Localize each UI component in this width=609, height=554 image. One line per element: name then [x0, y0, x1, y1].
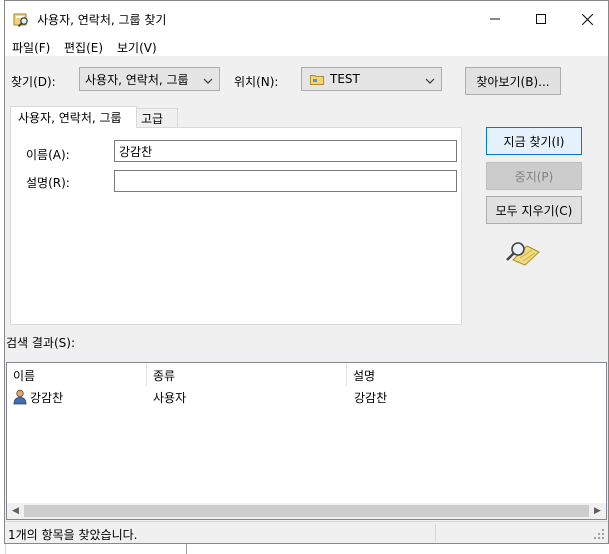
location-select[interactable]: TEST	[301, 67, 442, 91]
results-list[interactable]: 이름 종류 설명 강감찬 사용자 강감찬 ◀ ▶	[6, 362, 607, 520]
find-label: 찾기(D):	[11, 75, 56, 89]
table-row[interactable]: 강감찬 사용자 강감찬	[7, 387, 606, 407]
horizontal-scrollbar[interactable]: ◀ ▶	[7, 503, 606, 519]
scroll-left-arrow-icon[interactable]: ◀	[7, 503, 24, 519]
resize-grip-icon[interactable]	[593, 528, 605, 540]
result-description: 강감찬	[354, 391, 388, 405]
chevron-down-icon	[203, 72, 213, 89]
domain-folder-icon	[310, 74, 324, 85]
result-type: 사용자	[153, 391, 187, 405]
status-divider	[435, 524, 436, 542]
result-name: 강감찬	[30, 391, 64, 405]
stop-button[interactable]: 중지(P)	[486, 162, 582, 190]
location-value: TEST	[330, 72, 360, 86]
search-results-label: 검색 결과(S):	[6, 336, 75, 350]
find-now-button[interactable]: 지금 찾기(I)	[486, 127, 582, 155]
tab-advanced[interactable]: 고급	[136, 108, 178, 128]
menu-view[interactable]: 보기(V)	[117, 39, 157, 56]
column-header-type[interactable]: 종류	[147, 363, 347, 387]
scrollbar-thumb[interactable]	[24, 505, 589, 517]
search-animation-icon	[505, 238, 541, 266]
clear-all-button[interactable]: 모두 지우기(C)	[486, 196, 582, 224]
tab-users-contacts-groups[interactable]: 사용자, 연락처, 그룹	[10, 106, 137, 128]
find-people-icon	[13, 11, 29, 28]
column-header-description[interactable]: 설명	[347, 363, 606, 387]
minimize-button[interactable]	[472, 1, 518, 37]
close-button[interactable]	[564, 1, 609, 37]
find-type-select[interactable]: 사용자, 연락처, 그룹	[79, 67, 220, 91]
description-input[interactable]	[114, 170, 457, 192]
background-window-bottom	[186, 544, 609, 554]
menu-edit[interactable]: 편집(E)	[64, 39, 103, 56]
title-bar[interactable]: 사용자, 연락처, 그룹 찾기	[5, 1, 608, 37]
maximize-button[interactable]	[518, 1, 564, 37]
status-text: 1개의 항목을 찾았습니다.	[8, 528, 138, 542]
find-dialog: 사용자, 연락처, 그룹 찾기 파일(F) 편집(E) 보기(V) 찾기(D):…	[4, 0, 609, 544]
find-type-value: 사용자, 연락처, 그룹	[85, 72, 189, 87]
name-input[interactable]: 강감찬	[114, 140, 457, 162]
chevron-down-icon	[425, 72, 435, 89]
scroll-right-arrow-icon[interactable]: ▶	[589, 503, 606, 519]
user-icon	[13, 389, 27, 405]
name-label: 이름(A):	[26, 148, 70, 162]
column-header-name[interactable]: 이름	[7, 363, 147, 387]
menu-file[interactable]: 파일(F)	[12, 39, 50, 56]
description-label: 설명(R):	[26, 176, 70, 190]
location-label: 위치(N):	[234, 75, 279, 89]
window-title: 사용자, 연락처, 그룹 찾기	[37, 13, 167, 27]
browse-button[interactable]: 찾아보기(B)...	[465, 67, 561, 95]
status-bar: 1개의 항목을 찾았습니다.	[5, 521, 608, 543]
menu-bar: 파일(F) 편집(E) 보기(V)	[5, 37, 608, 56]
